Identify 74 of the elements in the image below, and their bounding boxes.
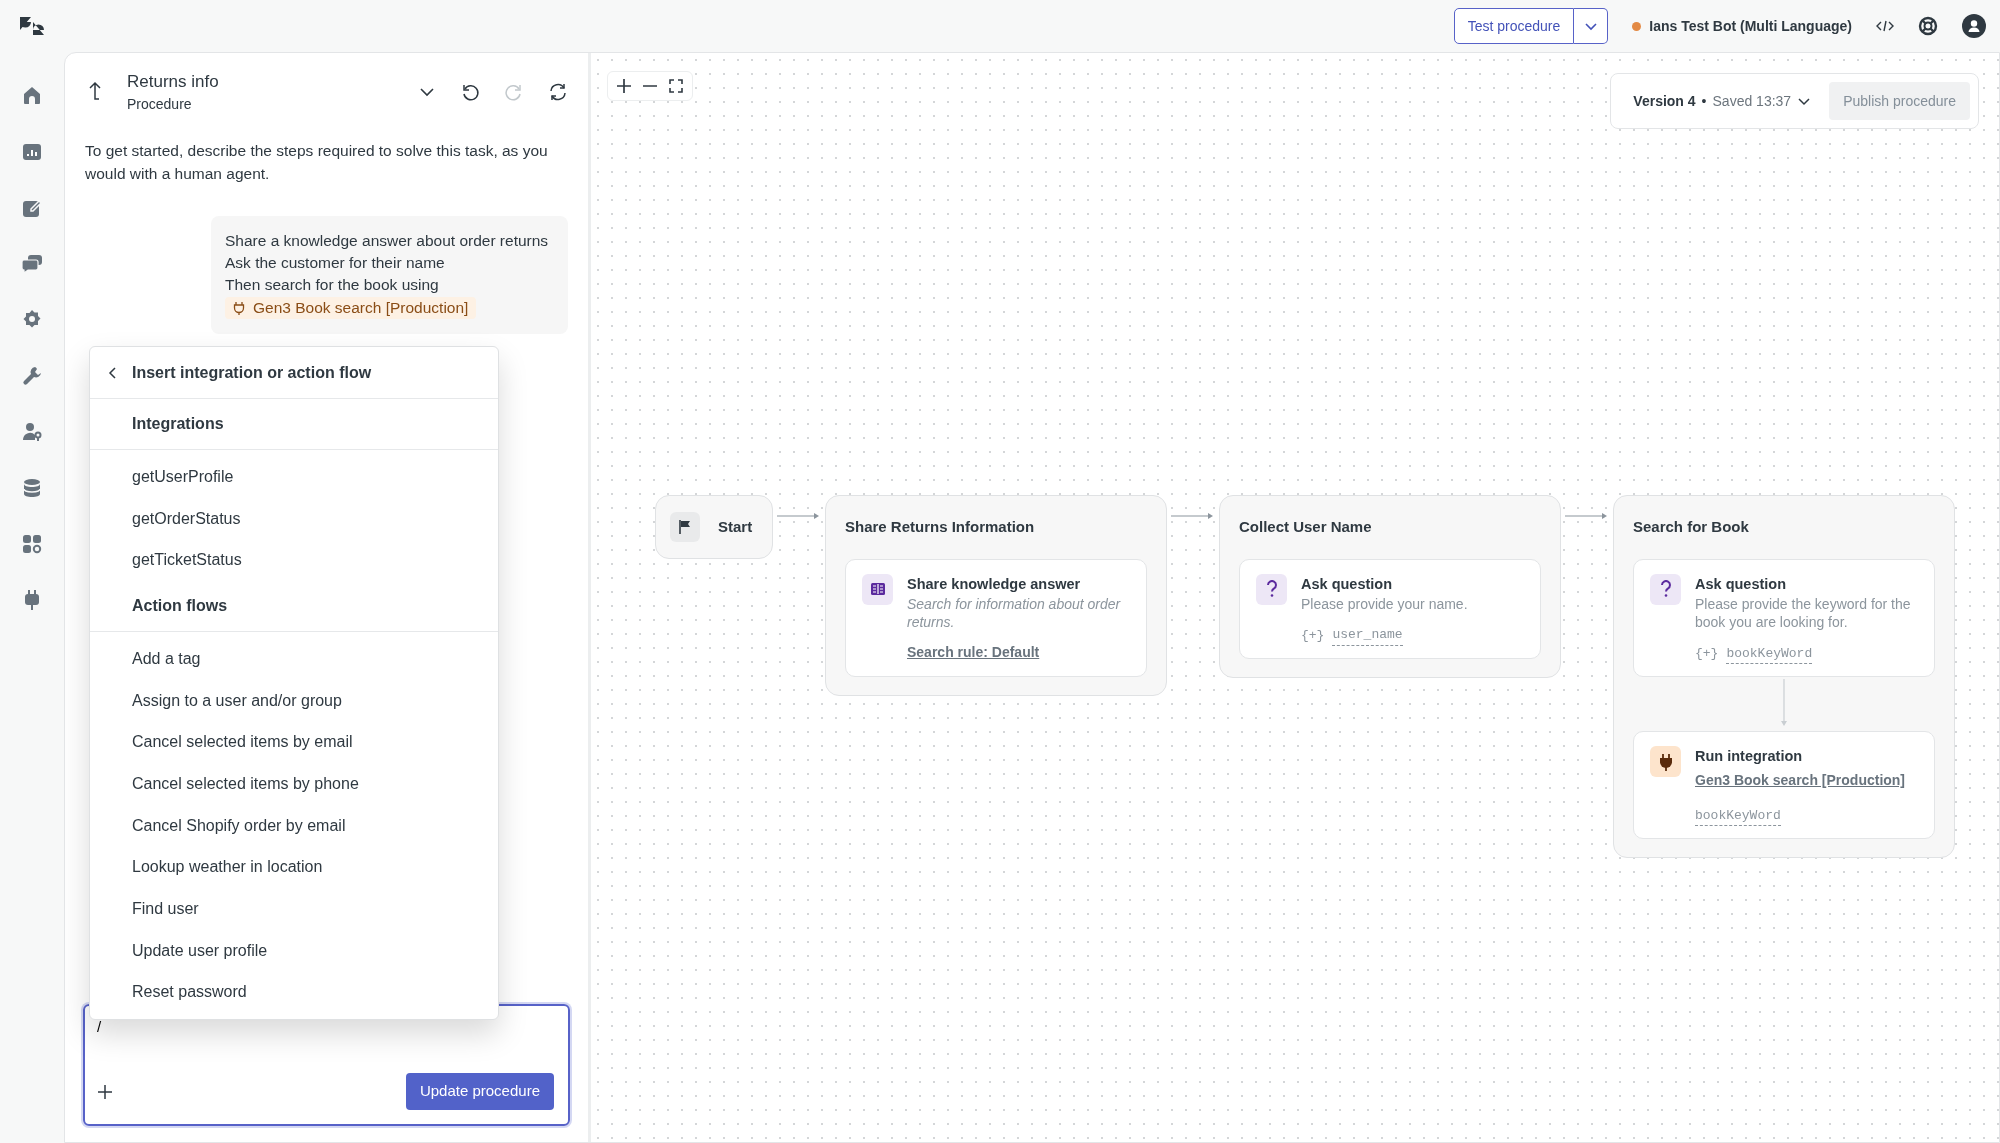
- fit-view-icon[interactable]: [666, 76, 686, 96]
- action-card[interactable]: Ask question Please provide your name. {+} user_name: [1239, 558, 1541, 659]
- integration-chip[interactable]: Gen3 Book search [Production]: [225, 296, 477, 320]
- update-procedure-button[interactable]: Update procedure: [405, 1073, 554, 1110]
- menu-item[interactable]: getUserProfile: [90, 456, 498, 498]
- help-icon[interactable]: [1918, 16, 1938, 36]
- intro-text: To get started, describe the steps required to solve this task, as you would with a human agent.: [84, 141, 549, 185]
- undo-icon[interactable]: [460, 82, 480, 102]
- step-title: Collect User Name: [1239, 517, 1373, 537]
- menu-item[interactable]: Cancel selected items by phone: [90, 763, 498, 805]
- action-card[interactable]: Ask question Please provide the keyword for the book you are looking for. {+} bookKeyWord: [1633, 558, 1935, 678]
- message-line: Then search for the book using: [225, 275, 440, 296]
- connector-arrow: [1171, 511, 1215, 521]
- message-line: Ask the customer for their name: [225, 252, 446, 273]
- step-title: Search for Book: [1633, 517, 1750, 537]
- step-card[interactable]: Share Returns Information Share knowledge answer Search for information about order returns. Search rule: Default: [825, 495, 1167, 696]
- variable-icon: {+}: [1301, 625, 1325, 646]
- apps-icon[interactable]: [20, 532, 44, 556]
- action-title: Run integration: [1695, 747, 1804, 767]
- procedure-type: Procedure: [127, 95, 193, 115]
- plug-icon: [233, 301, 245, 316]
- logo-icon[interactable]: [20, 17, 44, 35]
- section-heading: Integrations: [90, 399, 498, 450]
- message-line: Share a knowledge answer about order returns: [225, 230, 550, 251]
- menu-item[interactable]: Update user profile: [90, 929, 498, 972]
- action-description: Please provide the keyword for the book you are looking for.: [1695, 595, 1912, 632]
- connector-arrow: [1565, 511, 1609, 521]
- bot-name[interactable]: Ians Test Bot (Multi Language): [1649, 15, 1852, 37]
- status-dot: [1632, 21, 1642, 31]
- action-description: Search for information about order returns.: [907, 595, 1122, 632]
- section-heading: Action flows: [90, 581, 498, 633]
- step-title: Share Returns Information: [845, 517, 1036, 537]
- action-card[interactable]: Share knowledge answer Search for information about order returns. Search rule: Default: [845, 558, 1147, 677]
- action-link[interactable]: Search rule: Default: [907, 641, 1040, 663]
- avatar-icon[interactable]: [1962, 14, 1986, 38]
- variable-icon: {+}: [1695, 644, 1719, 664]
- version-label: Version 4: [1633, 91, 1696, 111]
- menu-item[interactable]: getOrderStatus: [90, 497, 498, 540]
- menu-title: Insert integration or action flow: [132, 362, 372, 383]
- test-procedure-button[interactable]: Test procedure: [1453, 8, 1575, 44]
- action-link[interactable]: Gen3 Book search [Production]: [1695, 771, 1906, 788]
- action-description: Please provide your name.: [1301, 595, 1468, 614]
- user-key-icon[interactable]: [20, 420, 44, 444]
- question-icon: [1650, 573, 1681, 605]
- step-card[interactable]: Search for Book Ask question Please provide the keyword for the book you are looking for. {+} bookKeyWord Run integration Gen3 Book search [Production] bookKeyWord: [1613, 495, 1955, 859]
- question-icon: [1256, 573, 1287, 605]
- wrench-icon[interactable]: [20, 364, 44, 388]
- saved-time: Saved 13:37: [1712, 91, 1792, 111]
- menu-item[interactable]: Add a tag: [90, 638, 498, 680]
- action-title: Ask question: [1695, 574, 1788, 594]
- menu-item[interactable]: Cancel Shopify order by email: [90, 804, 498, 847]
- procedure-input[interactable]: / Update procedure: [83, 1004, 570, 1126]
- menu-item[interactable]: Assign to a user and/or group: [90, 679, 498, 722]
- plug-icon: [1650, 746, 1681, 778]
- connector-arrow: [777, 511, 821, 521]
- flag-icon: [670, 512, 700, 542]
- back-icon[interactable]: [87, 81, 103, 103]
- action-card[interactable]: Run integration Gen3 Book search [Production] bookKeyWord: [1633, 731, 1935, 840]
- menu-item[interactable]: getTicketStatus: [90, 539, 498, 582]
- action-title: Share knowledge answer: [907, 574, 1082, 594]
- separator: •: [1701, 91, 1707, 111]
- menu-item[interactable]: Cancel selected items by email: [90, 721, 498, 764]
- action-title: Ask question: [1301, 574, 1394, 594]
- menu-item[interactable]: Find user: [90, 888, 498, 930]
- code-icon[interactable]: [1876, 18, 1894, 34]
- start-node[interactable]: Start: [655, 495, 773, 559]
- menu-item[interactable]: Lookup weather in location: [90, 846, 498, 889]
- procedure-title: Returns info: [127, 70, 219, 93]
- start-label: Start: [718, 516, 753, 537]
- zoom-in-icon[interactable]: [614, 76, 634, 96]
- refresh-icon[interactable]: [548, 82, 568, 102]
- step-card[interactable]: Collect User Name Ask question Please provide your name. {+} user_name: [1219, 495, 1561, 678]
- book-icon: [862, 573, 893, 605]
- add-icon[interactable]: [97, 1083, 113, 1100]
